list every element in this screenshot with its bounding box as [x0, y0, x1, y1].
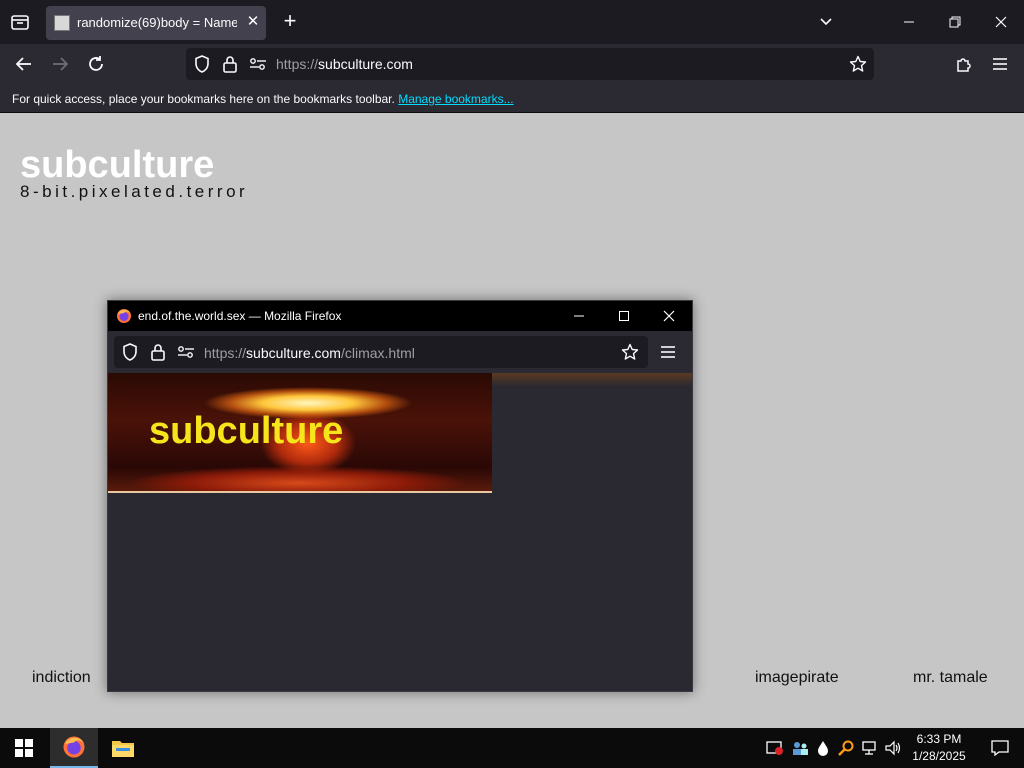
- mushroom-cloud-banner-image: subculture: [108, 373, 492, 493]
- tray-people-icon[interactable]: [791, 740, 809, 756]
- bookmarks-hint: For quick access, place your bookmarks h…: [12, 92, 514, 106]
- reload-icon[interactable]: [84, 52, 108, 76]
- minimize-button[interactable]: [894, 8, 924, 36]
- url-host: subculture.com: [318, 56, 413, 72]
- popup-permissions-icon[interactable]: [174, 340, 198, 364]
- bookmarks-hint-text: For quick access, place your bookmarks h…: [12, 92, 395, 106]
- tray-volume-icon[interactable]: [885, 740, 903, 756]
- popup-minimize-button[interactable]: [566, 305, 592, 327]
- link-imagepirate[interactable]: imagepirate: [755, 669, 839, 687]
- url-scheme: https://: [276, 56, 319, 72]
- popup-lock-icon[interactable]: [146, 340, 170, 364]
- site-tagline: 8-bit.pixelated.terror: [20, 182, 249, 201]
- popup-url-text[interactable]: https://subculture.com/climax.html: [204, 345, 415, 361]
- popup-close-button[interactable]: [656, 305, 682, 327]
- taskbar-file-explorer-icon[interactable]: [99, 728, 147, 768]
- link-indiction[interactable]: indiction: [32, 669, 91, 687]
- browser-tab-bar: randomize(69)body = NamesAr ✕ +: [0, 0, 1024, 44]
- tray-defender-icon[interactable]: [766, 740, 784, 756]
- lock-icon[interactable]: [218, 52, 242, 76]
- popup-shield-icon[interactable]: [118, 340, 142, 364]
- popup-menu-hamburger-icon[interactable]: [656, 340, 680, 364]
- tab-favicon-icon: [54, 15, 70, 31]
- new-tab-button[interactable]: +: [278, 9, 302, 33]
- popup-bookmark-star-icon[interactable]: [618, 340, 642, 364]
- browser-tab[interactable]: randomize(69)body = NamesAr ✕: [46, 6, 266, 40]
- banner-edge-strip: [492, 373, 692, 387]
- popup-maximize-button[interactable]: [611, 305, 637, 327]
- popup-browser-window[interactable]: end.of.the.world.sex — Mozilla Firefox h…: [107, 300, 693, 692]
- tab-list-icon[interactable]: [8, 10, 32, 34]
- popup-url-host: subculture.com: [246, 345, 341, 361]
- manage-bookmarks-link[interactable]: Manage bookmarks...: [398, 92, 513, 106]
- banner-title: subculture: [149, 410, 344, 452]
- action-center-notification-icon[interactable]: [976, 728, 1024, 768]
- tray-search-key-icon[interactable]: [837, 740, 855, 756]
- restore-button[interactable]: [940, 8, 970, 36]
- taskbar-clock[interactable]: 6:33 PM 1/28/2025: [904, 731, 974, 765]
- windows-start-icon[interactable]: [0, 728, 48, 768]
- taskbar-firefox-icon[interactable]: [50, 728, 98, 768]
- popup-page-content: subculture: [108, 373, 692, 691]
- tab-title: randomize(69)body = NamesAr: [77, 15, 237, 30]
- popup-title-bar[interactable]: end.of.the.world.sex — Mozilla Firefox: [108, 301, 692, 331]
- forward-arrow-icon[interactable]: [48, 52, 72, 76]
- permissions-icon[interactable]: [246, 52, 270, 76]
- popup-url-scheme: https://: [204, 345, 247, 361]
- app-menu-hamburger-icon[interactable]: [988, 52, 1012, 76]
- tracking-protection-shield-icon[interactable]: [190, 52, 214, 76]
- extensions-puzzle-icon[interactable]: [952, 52, 976, 76]
- bookmark-star-icon[interactable]: [846, 52, 870, 76]
- popup-window-title: end.of.the.world.sex — Mozilla Firefox: [138, 309, 342, 323]
- tab-close-button[interactable]: ✕: [244, 12, 262, 32]
- popup-url-bar[interactable]: https://subculture.com/climax.html: [114, 336, 648, 368]
- site-title: subculture: [20, 144, 215, 186]
- url-bar[interactable]: https://subculture.com: [186, 48, 874, 80]
- list-all-tabs-chevron-icon[interactable]: [811, 8, 841, 36]
- url-text[interactable]: https://subculture.com: [276, 56, 413, 72]
- tray-droplet-icon[interactable]: [814, 740, 832, 756]
- clock-time: 6:33 PM: [916, 732, 962, 746]
- close-window-button[interactable]: [986, 8, 1016, 36]
- tray-network-icon[interactable]: [861, 740, 879, 756]
- bookmarks-toolbar: For quick access, place your bookmarks h…: [0, 84, 1024, 113]
- back-arrow-icon[interactable]: [12, 52, 36, 76]
- popup-url-path: /climax.html: [340, 345, 415, 361]
- firefox-logo-icon: [116, 308, 132, 324]
- windows-taskbar: 6:33 PM 1/28/2025: [0, 728, 1024, 768]
- link-mr-tamale[interactable]: mr. tamale: [913, 669, 988, 687]
- clock-date: 1/28/2025: [912, 749, 966, 763]
- popup-navigation-bar: https://subculture.com/climax.html: [108, 331, 692, 373]
- navigation-toolbar: https://subculture.com: [0, 44, 1024, 84]
